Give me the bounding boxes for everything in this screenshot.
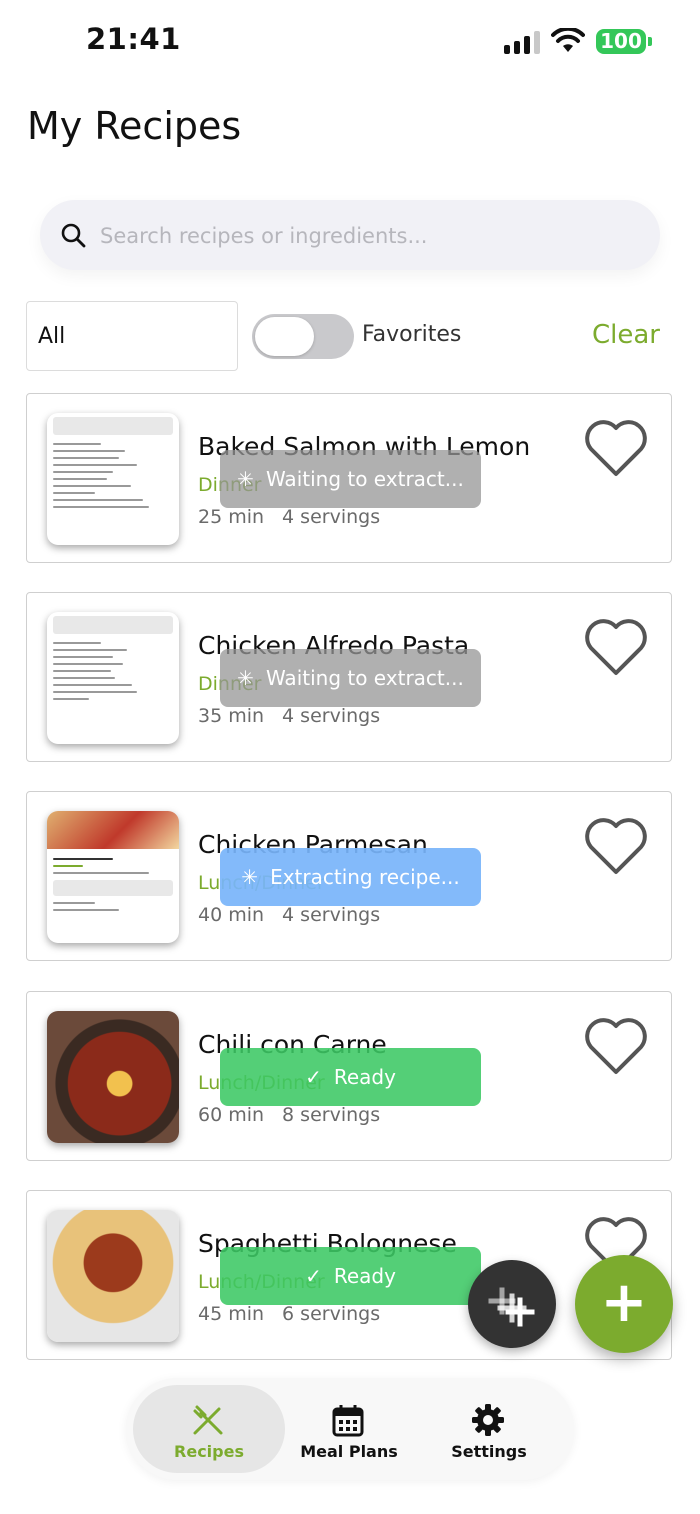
recipe-time: 25 min (198, 506, 265, 528)
favorites-toggle[interactable] (252, 314, 354, 359)
extraction-status-text: Waiting to extract... (265, 666, 464, 690)
recipe-thumbnail (47, 811, 179, 943)
recipe-servings: 4 servings (282, 904, 381, 926)
favorite-heart-icon[interactable] (583, 1016, 649, 1076)
search-input[interactable] (98, 216, 642, 256)
extraction-status-badge: ✓ Ready (220, 1247, 481, 1305)
tab-label: Meal Plans (300, 1442, 398, 1461)
recipe-servings: 6 servings (282, 1303, 381, 1325)
spinner-icon: ✳ (241, 865, 259, 889)
recipe-card[interactable]: Spaghetti Bolognese Lunch/Dinner 45 min6… (26, 1190, 672, 1360)
tab-recipes[interactable]: Recipes (133, 1385, 285, 1473)
recipe-thumbnail (47, 1011, 179, 1143)
spinner-icon: ✳ (237, 666, 254, 690)
wifi-icon (551, 28, 585, 52)
checkmark-icon: ✓ (305, 1065, 322, 1089)
toggle-knob (255, 317, 314, 356)
recipe-meta: 35 min 4 servings (198, 705, 380, 727)
plus-icon: + (600, 1270, 648, 1335)
tab-meal-plans[interactable]: Meal Plans (273, 1385, 425, 1473)
tab-settings[interactable]: Settings (413, 1385, 565, 1473)
bottom-tab-bar: Recipes Meal Plans Settings (126, 1378, 574, 1480)
extraction-status-badge: ✓ Ready (220, 1048, 481, 1106)
recipe-meta: 60 min 8 servings (198, 1104, 380, 1126)
multi-add-icon (488, 1287, 535, 1327)
recipe-servings: 8 servings (282, 1104, 381, 1126)
tab-label: Settings (451, 1442, 527, 1461)
clear-filters-button[interactable]: Clear (592, 320, 660, 350)
favorite-heart-icon[interactable] (583, 816, 649, 876)
recipe-meta: 45 min 6 servings (198, 1303, 380, 1325)
battery-icon: 100 (596, 29, 652, 54)
recipe-thumbnail (47, 413, 179, 545)
batch-import-button[interactable] (468, 1260, 556, 1348)
checkmark-icon: ✓ (305, 1264, 322, 1288)
recipe-time: 35 min (198, 705, 265, 727)
search-bar[interactable] (40, 200, 660, 270)
recipe-meta: 25 min 4 servings (198, 506, 380, 528)
status-bar: 21:41 100 (0, 0, 700, 84)
recipe-card[interactable]: Chicken Alfredo Pasta Dinner 35 min4 ser… (26, 592, 672, 762)
page-title: My Recipes (27, 104, 242, 148)
recipe-card[interactable]: Chili con Carne Lunch/Dinner 60 min8 ser… (26, 991, 672, 1161)
gear-icon (472, 1404, 504, 1436)
extraction-status-badge: ✳ Waiting to extract... (220, 649, 481, 707)
extraction-status-text: Extracting recipe... (270, 865, 460, 889)
extraction-status-text: Ready (333, 1264, 396, 1288)
recipe-time: 60 min (198, 1104, 265, 1126)
extraction-status-badge: ✳ Extracting recipe... (220, 848, 481, 906)
favorite-heart-icon[interactable] (583, 418, 649, 478)
utensils-icon (193, 1405, 223, 1435)
cellular-signal-icon (504, 30, 542, 54)
favorites-label: Favorites (362, 322, 462, 347)
recipe-card[interactable]: Chicken Parmesan Lunch/Dinner 40 min4 se… (26, 791, 672, 961)
recipe-thumbnail (47, 612, 179, 744)
status-time: 21:41 (86, 22, 181, 56)
recipe-meta: 40 min 4 servings (198, 904, 380, 926)
recipe-thumbnail (47, 1210, 179, 1342)
favorite-heart-icon[interactable] (583, 617, 649, 677)
recipe-card[interactable]: Baked Salmon with Lemon Dinner 25 min4 s… (26, 393, 672, 563)
spinner-icon: ✳ (237, 467, 254, 491)
recipe-servings: 4 servings (282, 705, 381, 727)
tab-label: Recipes (174, 1442, 244, 1461)
category-filter-select[interactable]: All (26, 301, 238, 371)
extraction-status-badge: ✳ Waiting to extract... (220, 450, 481, 508)
extraction-status-text: Waiting to extract... (265, 467, 464, 491)
search-icon (61, 223, 86, 248)
recipe-servings: 4 servings (282, 506, 381, 528)
filter-row: All Favorites Clear (0, 300, 700, 372)
recipe-time: 40 min (198, 904, 265, 926)
recipe-time: 45 min (198, 1303, 265, 1325)
calendar-icon (332, 1405, 364, 1437)
add-recipe-button[interactable]: + (575, 1255, 673, 1353)
extraction-status-text: Ready (333, 1065, 396, 1089)
